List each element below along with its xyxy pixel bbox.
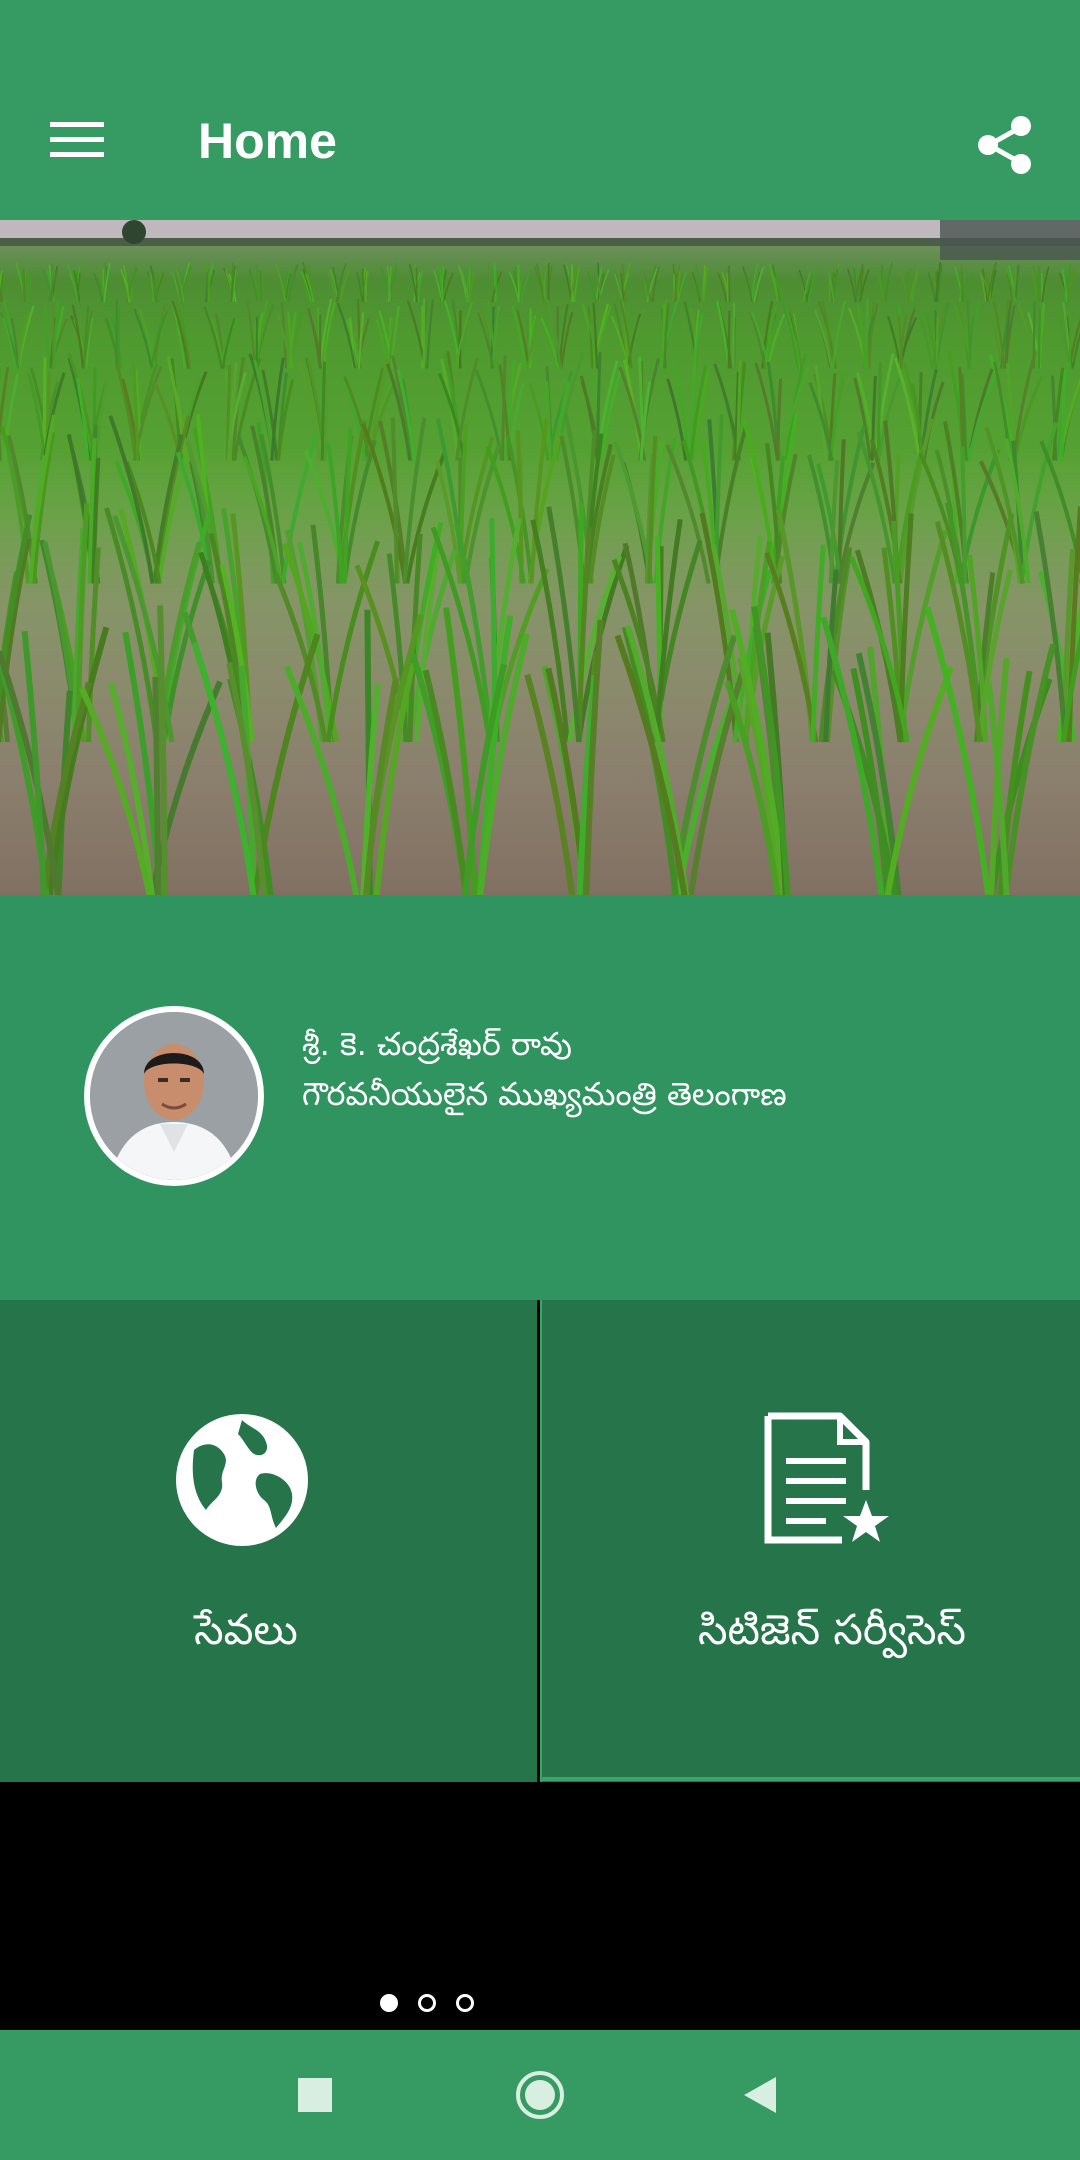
share-button[interactable] [960,100,1050,190]
rice-blade [494,270,498,303]
rice-blade [50,263,54,303]
document-star-icon [764,1412,889,1544]
hamburger-menu-icon [50,122,104,157]
globe-icon [176,1414,308,1546]
tile-divider [540,1777,1080,1781]
rice-blade [153,303,167,369]
rice-blade [865,298,869,369]
banner-image [0,220,1080,895]
rice-blade [275,264,287,303]
rice-blade [493,262,497,303]
rice-blade [1037,308,1042,369]
rice-blade [766,313,786,369]
rice-blade [259,270,263,303]
rice-blade [780,365,811,461]
rice-blade [361,268,365,303]
rice-blade [122,264,130,303]
rice-blade [22,268,26,303]
triangle-back-icon [744,2077,776,2113]
circle-home-icon [516,2071,564,2119]
carousel-dot-2[interactable] [418,1994,436,2012]
rice-blade [24,269,36,303]
rice-blade [868,301,875,369]
rice-blade [455,358,479,461]
services-tile[interactable]: సేవలు [0,1300,537,1782]
citizen-services-label: సిటిజెన్ సర్వీసెస్ [697,1605,967,1654]
rice-blade [528,308,532,369]
rice-blade [256,263,259,303]
rice-blade [221,318,236,369]
rice-blade [17,305,35,369]
rice-blade [1068,313,1073,369]
rice-blade [986,262,997,303]
carousel-dot-3[interactable] [456,1994,474,2012]
back-button[interactable] [715,2050,805,2140]
rice-blade [1012,351,1037,461]
rice-blade [426,299,434,369]
avatar [84,1006,264,1186]
system-nav-bar [0,2030,1080,2160]
person-portrait-icon [90,1012,258,1180]
rice-paddy-illustration [0,220,1080,895]
rice-blade [586,271,597,303]
carousel-indicator [380,1994,474,2012]
rice-blade [458,310,462,369]
services-label: సేవలు [194,1605,298,1654]
recents-button[interactable] [270,2050,360,2140]
page-title: Home [198,113,337,169]
rice-blade [887,316,902,369]
rice-blade [717,272,728,303]
menu-button[interactable] [32,100,122,180]
cm-name: శ్రీ. కె. చంద్రశేఖర్ రావు [302,1025,572,1063]
home-button[interactable] [495,2050,585,2140]
rice-blade [962,273,975,303]
rice-blade [341,376,367,461]
rice-blade [727,310,731,369]
rice-blade [356,271,363,303]
cm-designation: గౌరవనీయులైన ముఖ్యమంత్రి తెలంగాణ [302,1075,787,1113]
carousel-dot-1[interactable] [380,1994,398,2012]
rice-blade [364,270,368,303]
rice-blade [741,266,753,303]
citizen-services-tile[interactable]: సిటిజెన్ సర్వీసెస్ [540,1300,1080,1782]
rice-blade [152,676,162,895]
rice-blade [918,315,933,369]
rice-blade [807,264,819,303]
rice-blade [732,302,736,369]
square-icon [298,2078,332,2112]
app-screen: Home శ్రీ. కె. చంద్రశేఖర్ రావు గౌరవనీయుల… [0,0,1080,2160]
app-bar: Home [0,0,1080,220]
carousel[interactable] [0,1782,1080,2030]
share-icon [978,116,1031,174]
rice-blade [71,304,85,369]
rice-blade [935,317,939,369]
rice-blade [831,300,847,369]
